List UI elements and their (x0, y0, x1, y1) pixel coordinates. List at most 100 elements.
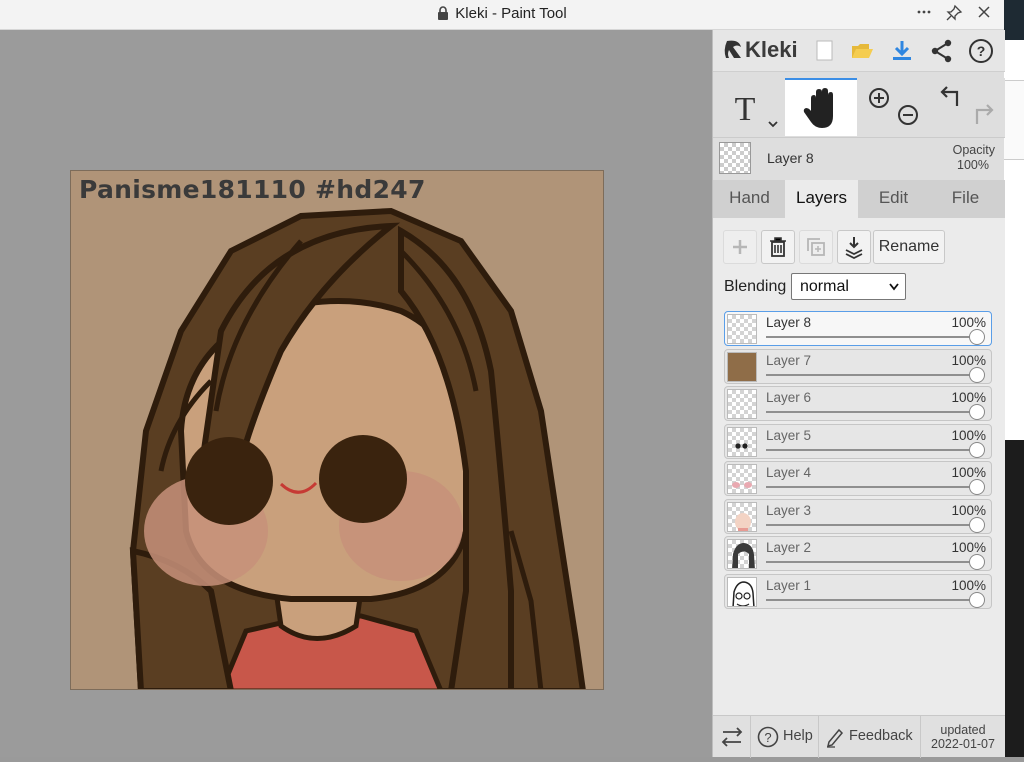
layer-opacity-slider-knob[interactable] (969, 516, 985, 533)
layer-opacity-slider-knob[interactable] (969, 591, 985, 608)
help-button[interactable]: ? Help (751, 716, 819, 758)
layer-name: Layer 7 (766, 352, 812, 368)
help-label: Help (783, 728, 813, 744)
layer-thumbnail (727, 576, 757, 607)
layer-row-4[interactable]: Layer 4 100% (724, 461, 992, 496)
pin-icon[interactable] (942, 4, 966, 26)
text-tool-button[interactable]: T (713, 78, 785, 136)
bottom-bar: ? Help Feedback updated 2022-01-07 (713, 715, 1005, 758)
duplicate-layer-button[interactable] (799, 230, 833, 264)
hand-tool-button[interactable] (785, 78, 857, 136)
lock-icon (438, 6, 449, 20)
layer-row-2[interactable]: Layer 2 100% (724, 536, 992, 571)
layer-opacity: 100% (951, 540, 986, 555)
layer-name: Layer 8 (766, 315, 812, 330)
layer-name: Layer 2 (766, 540, 812, 555)
help-circle-icon[interactable]: ? (968, 38, 994, 64)
window-titlebar: Kleki - Paint Tool (0, 0, 1004, 30)
layer-opacity-slider-knob[interactable] (969, 329, 985, 345)
feedback-button[interactable]: Feedback (819, 716, 921, 758)
layer-row-8[interactable]: Layer 8 100% (724, 311, 992, 346)
layer-opacity-slider-track[interactable] (766, 373, 977, 376)
blending-select[interactable]: normal (791, 273, 906, 300)
zoom-in-icon (869, 88, 889, 108)
layer-thumbnail (727, 314, 757, 344)
panel-tabs: Hand Layers Edit File (713, 180, 1005, 218)
blending-value: normal (800, 278, 849, 295)
swap-sides-button[interactable] (713, 716, 751, 758)
layer-opacity-slider-track[interactable] (766, 486, 977, 488)
tab-edit[interactable]: Edit (857, 180, 930, 218)
layer-opacity: 100% (951, 352, 986, 368)
feedback-pencil-icon (826, 728, 844, 748)
redo-icon (975, 104, 994, 124)
updated-date: 2022-01-07 (931, 737, 995, 751)
layer-name: Layer 5 (766, 427, 812, 443)
kleki-logo-text: Kleki (745, 37, 798, 62)
layer-row-6[interactable]: Layer 6 100% (724, 386, 992, 421)
updated-info: updated 2022-01-07 (921, 716, 1005, 758)
layer-thumbnail (727, 501, 757, 532)
layer-opacity-slider-knob[interactable] (969, 479, 985, 495)
blending-label: Blending (724, 278, 787, 295)
swap-arrows-icon (721, 727, 743, 747)
layer-row-3[interactable]: Layer 3 100% (724, 498, 992, 534)
window-title-wrap: Kleki - Paint Tool (0, 5, 1004, 22)
opacity-value[interactable]: 100% (957, 158, 989, 172)
layer-opacity-slider-knob[interactable] (969, 441, 985, 458)
layer-row-5[interactable]: Layer 5 100% (724, 423, 992, 459)
merge-down-button[interactable] (837, 230, 871, 264)
kleki-logo: Kleki (723, 37, 798, 63)
layer-thumbnail (727, 539, 757, 569)
background-window-dark-top (1004, 0, 1024, 40)
svg-text:?: ? (977, 43, 986, 59)
canvas-area[interactable]: Panisme181110 #hd247 (0, 30, 712, 757)
layers-pane: Rename Blending normal Layer 8 100% Laye… (713, 218, 1005, 715)
layer-opacity-slider-knob[interactable] (969, 366, 985, 383)
new-image-icon[interactable] (811, 38, 837, 64)
layer-opacity-slider-track[interactable] (766, 598, 977, 601)
layer-opacity-slider-track[interactable] (766, 523, 977, 526)
layer-name: Layer 1 (766, 577, 812, 593)
layer-opacity-slider-knob[interactable] (969, 404, 985, 420)
window-title: Kleki - Paint Tool (455, 5, 567, 22)
background-window-panel (1004, 80, 1024, 160)
rename-layer-button[interactable]: Rename (873, 230, 945, 264)
tab-layers[interactable]: Layers (785, 180, 858, 218)
tab-file[interactable]: File (929, 180, 1002, 218)
layer-opacity-slider-track[interactable] (766, 411, 977, 413)
kleki-logo-icon (724, 40, 741, 58)
layer-opacity: 100% (951, 427, 986, 443)
download-icon[interactable] (889, 38, 915, 64)
layer-opacity-slider-track[interactable] (766, 448, 977, 451)
duplicate-icon (807, 238, 825, 256)
artwork-canvas[interactable]: Panisme181110 #hd247 (70, 170, 604, 690)
layer-opacity-slider-track[interactable] (766, 336, 977, 338)
add-layer-button[interactable] (723, 230, 757, 264)
help-icon: ? (757, 726, 779, 748)
layer-thumbnail (727, 351, 757, 382)
chevron-down-icon (889, 283, 899, 291)
current-layer-info: Layer 8 Opacity 100% (713, 138, 1005, 180)
zoom-buttons[interactable] (857, 78, 929, 136)
close-icon[interactable] (972, 4, 996, 26)
updated-label: updated (940, 723, 986, 737)
more-icon[interactable] (912, 4, 936, 26)
artwork-drawing (129, 207, 586, 689)
layer-opacity: 100% (951, 502, 986, 518)
layer-opacity: 100% (951, 315, 986, 330)
tab-hand[interactable]: Hand (713, 180, 786, 218)
delete-layer-button[interactable] (761, 230, 795, 264)
undo-redo-buttons[interactable] (929, 78, 1005, 136)
layer-opacity-slider-knob[interactable] (969, 554, 985, 570)
open-folder-icon[interactable] (849, 38, 875, 64)
layer-name: Layer 3 (766, 502, 812, 518)
svg-text:?: ? (764, 730, 771, 745)
trash-icon (770, 237, 786, 257)
layer-opacity: 100% (951, 390, 986, 405)
feedback-label: Feedback (849, 728, 913, 744)
layer-row-7[interactable]: Layer 7 100% (724, 348, 992, 384)
layer-row-1[interactable]: Layer 1 100% (724, 573, 992, 609)
share-icon[interactable] (929, 38, 955, 64)
layer-opacity-slider-track[interactable] (766, 561, 977, 563)
